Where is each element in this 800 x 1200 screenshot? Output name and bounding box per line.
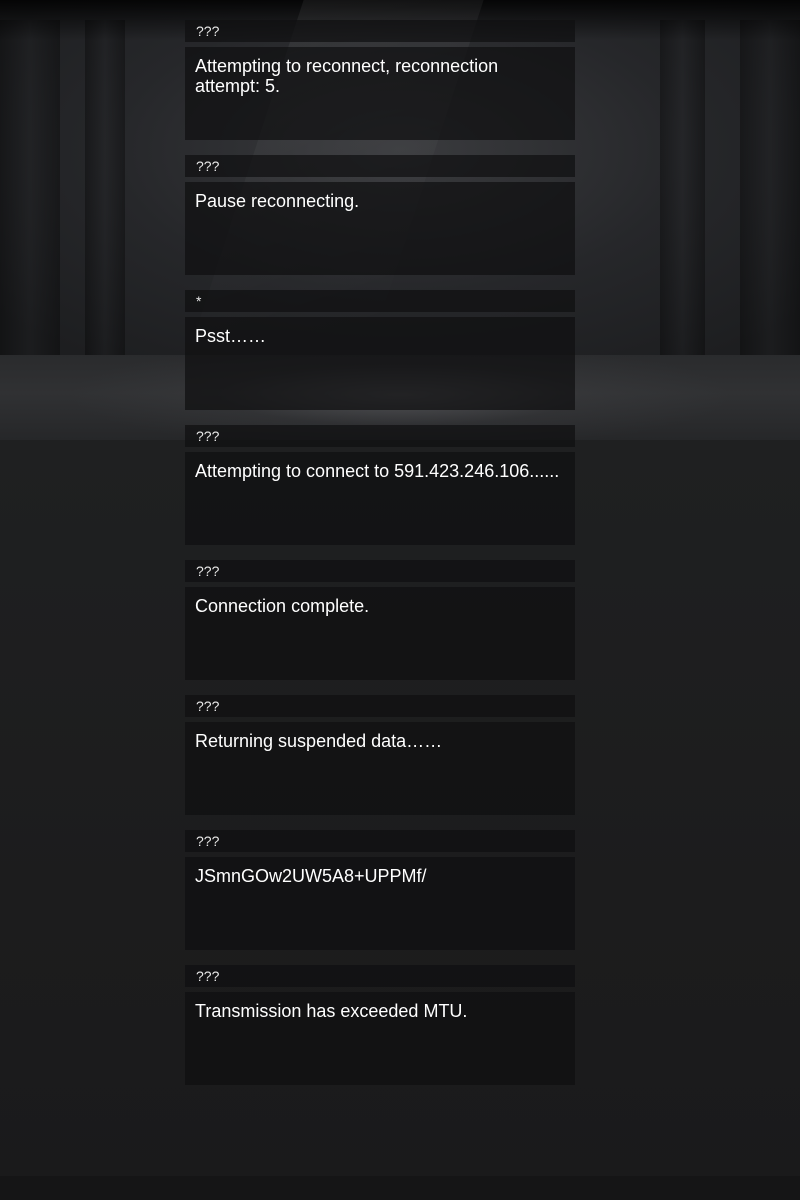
speaker-name: ???: [185, 830, 575, 852]
log-entry: ??? Attempting to reconnect, reconnectio…: [185, 20, 575, 155]
message-text: Pause reconnecting.: [185, 182, 575, 275]
log-entry: ??? Connection complete.: [185, 560, 575, 695]
speaker-name: ???: [185, 965, 575, 987]
message-text: Connection complete.: [185, 587, 575, 680]
log-entry: ??? JSmnGOw2UW5A8+UPPMf/: [185, 830, 575, 965]
log-entry: ??? Transmission has exceeded MTU.: [185, 965, 575, 1100]
game-screen: ??? Attempting to reconnect, reconnectio…: [0, 0, 800, 1200]
message-text: JSmnGOw2UW5A8+UPPMf/: [185, 857, 575, 950]
background-curtain: [85, 20, 125, 360]
message-text: Returning suspended data……: [185, 722, 575, 815]
dialogue-log[interactable]: ??? Attempting to reconnect, reconnectio…: [185, 20, 575, 1100]
message-text: Transmission has exceeded MTU.: [185, 992, 575, 1085]
speaker-name: ???: [185, 695, 575, 717]
message-text: Attempting to connect to 591.423.246.106…: [185, 452, 575, 545]
message-text: Psst……: [185, 317, 575, 410]
speaker-name: ???: [185, 425, 575, 447]
speaker-name: *: [185, 290, 575, 312]
log-entry: * Psst……: [185, 290, 575, 425]
speaker-name: ???: [185, 155, 575, 177]
background-bottom-edge: [0, 1176, 800, 1200]
log-entry: ??? Returning suspended data……: [185, 695, 575, 830]
log-entry: ??? Attempting to connect to 591.423.246…: [185, 425, 575, 560]
log-entry: ??? Pause reconnecting.: [185, 155, 575, 290]
message-text: Attempting to reconnect, reconnection at…: [185, 47, 575, 140]
background-curtain: [740, 20, 800, 360]
speaker-name: ???: [185, 20, 575, 42]
background-curtain: [660, 20, 705, 360]
background-curtain: [0, 20, 60, 360]
speaker-name: ???: [185, 560, 575, 582]
